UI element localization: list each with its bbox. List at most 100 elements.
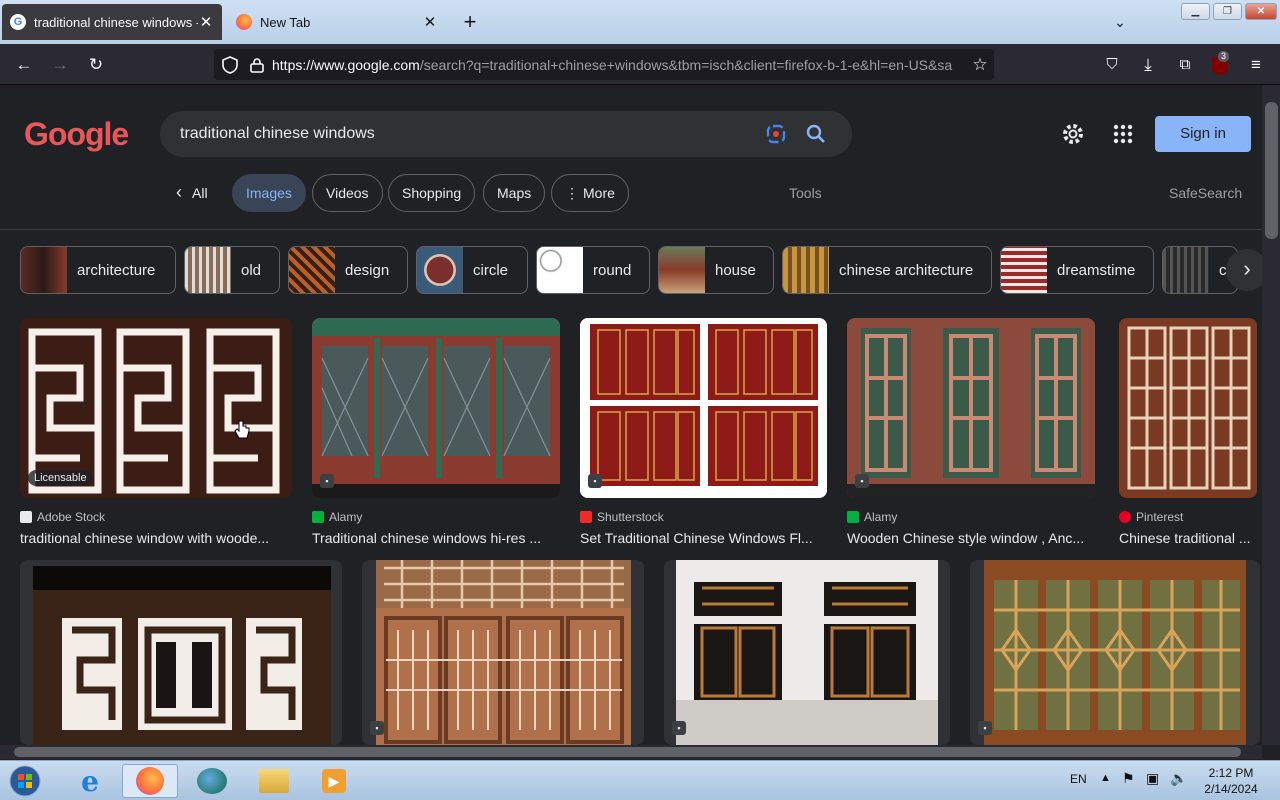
network-icon[interactable]: ▣ bbox=[1146, 770, 1159, 787]
settings-gear-icon[interactable] bbox=[1060, 121, 1086, 147]
result-thumbnail[interactable] bbox=[1119, 318, 1257, 498]
extensions-puzzle-icon[interactable]: ⧉ bbox=[1171, 51, 1199, 79]
restore-window-button[interactable]: ❐ bbox=[1213, 3, 1242, 20]
image-result[interactable]: ▪ Shutterstock Set Traditional Chinese W… bbox=[580, 318, 827, 550]
image-result[interactable]: ▪ Alamy Traditional chinese windows hi-r… bbox=[312, 318, 560, 550]
image-result[interactable]: ▪ Alamy Wooden Chinese style window , An… bbox=[847, 318, 1095, 550]
chat-app-icon[interactable] bbox=[184, 764, 240, 798]
chip-circle[interactable]: circle bbox=[416, 246, 528, 294]
forward-arrow-icon[interactable]: → bbox=[46, 51, 74, 79]
close-tab-icon[interactable]: ✕ bbox=[422, 13, 438, 31]
new-tab-button[interactable]: + bbox=[458, 8, 482, 36]
result-thumbnail[interactable]: ▪ bbox=[312, 318, 560, 498]
filter-maps[interactable]: Maps bbox=[483, 174, 546, 212]
result-source[interactable]: Adobe Stock bbox=[20, 510, 105, 524]
google-apps-grid-icon[interactable] bbox=[1112, 123, 1134, 145]
close-tab-icon[interactable]: ✕ bbox=[198, 13, 214, 31]
internet-explorer-icon[interactable]: e bbox=[62, 764, 118, 798]
file-explorer-folder-icon[interactable] bbox=[246, 764, 302, 798]
filter-videos[interactable]: Videos bbox=[312, 174, 383, 212]
chip-architecture[interactable]: architecture bbox=[20, 246, 176, 294]
list-all-tabs-chevron-icon[interactable]: ⌄ bbox=[1108, 10, 1132, 34]
tab-new-tab[interactable]: New Tab ✕ bbox=[228, 4, 446, 40]
chip-house[interactable]: house bbox=[658, 246, 774, 294]
browser-navigation-bar: ← → ↻ https://www.google.com/search?q=tr… bbox=[0, 44, 1280, 85]
result-thumbnail[interactable]: ▪ bbox=[362, 560, 644, 745]
bookmark-star-icon[interactable]: ☆ bbox=[966, 55, 994, 75]
lock-icon[interactable] bbox=[250, 57, 264, 73]
result-title[interactable]: Chinese traditional ... bbox=[1119, 530, 1257, 546]
google-logo[interactable]: Google bbox=[24, 116, 129, 153]
close-window-button[interactable]: ✕ bbox=[1245, 3, 1277, 20]
result-thumbnail[interactable] bbox=[20, 560, 342, 745]
extension-badge: 3 bbox=[1218, 51, 1230, 62]
chip-design[interactable]: design bbox=[288, 246, 408, 294]
chip-round[interactable]: round bbox=[536, 246, 650, 294]
result-source[interactable]: Alamy bbox=[312, 510, 362, 524]
result-title[interactable]: Wooden Chinese style window , Anc... bbox=[847, 530, 1095, 546]
tracking-protection-shield-icon[interactable] bbox=[222, 55, 238, 74]
result-source[interactable]: Pinterest bbox=[1119, 510, 1183, 524]
address-bar[interactable]: https://www.google.com/search?q=traditio… bbox=[214, 49, 994, 80]
image-result[interactable]: ▪ bbox=[970, 560, 1260, 745]
start-button[interactable] bbox=[2, 764, 48, 798]
vertical-scrollbar-thumb[interactable] bbox=[1265, 102, 1278, 239]
chip-thumbnail bbox=[783, 247, 829, 293]
image-result[interactable] bbox=[20, 560, 342, 745]
system-clock[interactable]: 2:12 PM 2/14/2024 bbox=[1196, 765, 1266, 797]
image-result[interactable]: Pinterest Chinese traditional ... bbox=[1119, 318, 1257, 550]
image-result[interactable]: ▪ bbox=[664, 560, 950, 745]
tab-google-search[interactable]: G traditional chinese windows - G ✕ bbox=[2, 4, 222, 40]
show-hidden-icons-chevron-icon[interactable]: ▲ bbox=[1100, 772, 1111, 784]
search-input[interactable]: traditional chinese windows bbox=[180, 125, 760, 143]
filter-all[interactable]: ‹ All bbox=[164, 174, 221, 212]
tools-button[interactable]: Tools bbox=[789, 185, 822, 201]
chip-old[interactable]: old bbox=[184, 246, 280, 294]
search-box[interactable]: traditional chinese windows bbox=[160, 111, 852, 157]
chip-thumbnail bbox=[417, 247, 463, 293]
sign-in-button[interactable]: Sign in bbox=[1155, 116, 1251, 152]
result-source[interactable]: Shutterstock bbox=[580, 510, 664, 524]
result-thumbnail[interactable]: ▪ bbox=[970, 560, 1260, 745]
url-text[interactable]: https://www.google.com/search?q=traditio… bbox=[272, 57, 966, 73]
result-title[interactable]: traditional chinese window with woode... bbox=[20, 530, 292, 546]
search-icon[interactable] bbox=[800, 118, 832, 150]
google-lens-icon[interactable] bbox=[760, 118, 792, 150]
result-thumbnail[interactable]: ▪ bbox=[847, 318, 1095, 498]
chip-thumbnail bbox=[185, 247, 231, 293]
result-title[interactable]: Traditional chinese windows hi-res ... bbox=[312, 530, 560, 546]
filter-more[interactable]: ⋮ More bbox=[551, 174, 629, 212]
result-thumbnail[interactable]: ▪ bbox=[664, 560, 950, 745]
result-thumbnail[interactable]: ▪ bbox=[580, 318, 827, 498]
result-thumbnail[interactable]: Licensable bbox=[20, 318, 292, 498]
chip-dreamstime[interactable]: dreamstime bbox=[1000, 246, 1154, 294]
image-type-icon: ▪ bbox=[855, 474, 869, 488]
safesearch-button[interactable]: SafeSearch bbox=[1169, 185, 1242, 201]
media-player-icon[interactable]: ▶ bbox=[306, 764, 362, 798]
image-type-icon: ▪ bbox=[588, 474, 602, 488]
back-arrow-icon[interactable]: ← bbox=[10, 51, 38, 79]
image-result[interactable]: Licensable Adobe Stock traditional chine… bbox=[20, 318, 292, 550]
header-divider bbox=[0, 229, 1262, 230]
pocket-icon[interactable]: ⛉ bbox=[1098, 51, 1126, 79]
hamburger-menu-icon[interactable]: ≡ bbox=[1242, 51, 1270, 79]
filter-shopping[interactable]: Shopping bbox=[388, 174, 476, 212]
volume-muted-icon[interactable]: 🔈 bbox=[1170, 770, 1187, 787]
reload-icon[interactable]: ↻ bbox=[82, 51, 110, 79]
minimize-window-button[interactable]: ▁ bbox=[1181, 3, 1210, 20]
source-name: Adobe Stock bbox=[37, 510, 106, 524]
ublock-extension-icon[interactable]: 3 bbox=[1206, 51, 1234, 79]
image-type-icon: ▪ bbox=[978, 721, 992, 735]
downloads-icon[interactable]: ⤓ bbox=[1134, 51, 1162, 79]
horizontal-scrollbar-thumb[interactable] bbox=[14, 747, 1241, 757]
filter-images[interactable]: Images bbox=[232, 174, 306, 212]
chip-chinese-architecture[interactable]: chinese architecture bbox=[782, 246, 992, 294]
language-indicator[interactable]: EN bbox=[1070, 772, 1087, 786]
result-source[interactable]: Alamy bbox=[847, 510, 897, 524]
firefox-taskbar-icon[interactable] bbox=[122, 764, 178, 798]
clock-date: 2/14/2024 bbox=[1204, 782, 1258, 796]
adobe-stock-icon bbox=[20, 511, 32, 523]
result-title[interactable]: Set Traditional Chinese Windows Fl... bbox=[580, 530, 827, 546]
image-result[interactable]: ▪ bbox=[362, 560, 644, 745]
action-center-flag-icon[interactable]: ⚑ bbox=[1122, 770, 1135, 787]
